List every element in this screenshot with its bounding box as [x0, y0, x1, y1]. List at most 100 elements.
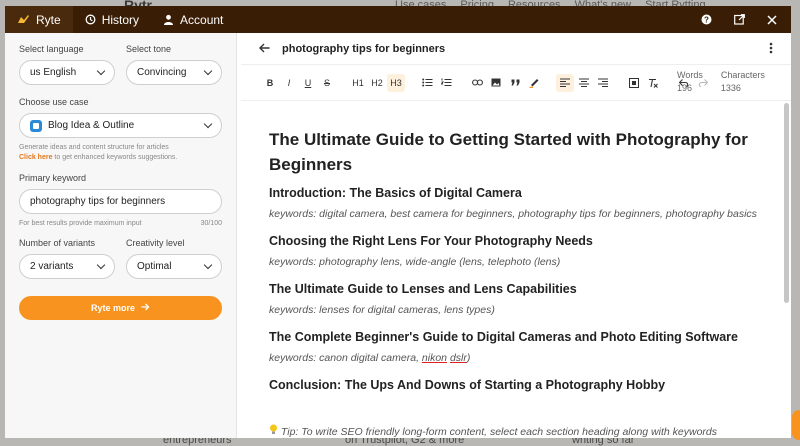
user-icon [163, 14, 174, 25]
chevron-down-icon [203, 66, 213, 76]
variants-select[interactable]: 2 variants [19, 254, 115, 279]
chat-bubble[interactable] [792, 410, 800, 440]
keyword-input[interactable]: photography tips for beginners [19, 189, 222, 214]
section-heading: Introduction: The Basics of Digital Came… [269, 186, 522, 200]
ryte-more-button[interactable]: Ryte more [19, 296, 222, 320]
variants-value: 2 variants [30, 261, 74, 272]
numbered-list-icon[interactable] [437, 74, 455, 92]
align-left-icon[interactable] [556, 73, 574, 92]
section-heading: Conclusion: The Ups And Downs of Startin… [269, 378, 666, 392]
click-here-rest: to get enhanced keywords suggestions. [52, 154, 178, 161]
keywords-text: ) [466, 352, 471, 364]
language-select[interactable]: us English [19, 60, 115, 85]
keyword-suggestion-hint: Click here to get enhanced keywords sugg… [19, 153, 222, 163]
close-icon[interactable] [767, 14, 777, 25]
top-bar: Ryte History Account ? [5, 6, 791, 33]
creativity-value: Optimal [137, 261, 172, 272]
section-heading: The Complete Beginner's Guide to Digital… [269, 330, 739, 344]
italic-button[interactable]: I [280, 74, 298, 92]
section-keywords: keywords: lenses for digital cameras, le… [269, 304, 495, 316]
keyword-hint: For best results provide maximum input [19, 220, 142, 227]
keyword-char-count: 30/100 [200, 220, 222, 227]
tab-account[interactable]: Account [151, 6, 235, 33]
creativity-select[interactable]: Optimal [126, 254, 222, 279]
char-count: Characters 1336 [721, 69, 765, 95]
char-count-value: 1336 [720, 83, 741, 93]
word-count: Words 196 [677, 69, 703, 95]
chevron-down-icon [203, 260, 213, 270]
code-block-icon[interactable] [625, 74, 643, 92]
document-heading: The Ultimate Guide to Getting Started wi… [269, 130, 748, 174]
pen-icon [17, 14, 30, 25]
scrollbar[interactable] [784, 103, 789, 303]
word-count-value: 196 [677, 83, 693, 93]
section-heading: Choosing the Right Lens For Your Photogr… [269, 234, 593, 248]
variants-label: Number of variants [19, 238, 96, 248]
section-keywords: keywords: canon digital camera, nikon ds… [269, 351, 759, 365]
usecase-label: Choose use case [19, 97, 89, 107]
chevron-down-icon [203, 119, 213, 129]
align-right-icon[interactable] [594, 74, 612, 92]
seo-tip-text: Tip: To write SEO friendly long-form con… [280, 426, 717, 438]
tab-label: Account [180, 12, 224, 27]
back-arrow-icon[interactable] [259, 41, 270, 56]
word-count-label: Words [677, 70, 703, 80]
ryte-more-label: Ryte more [90, 303, 135, 313]
image-icon[interactable] [487, 74, 505, 92]
tone-label: Select tone [126, 44, 172, 54]
language-value: us English [30, 67, 77, 78]
outline-icon [30, 119, 42, 132]
history-icon [85, 14, 96, 25]
language-label: Select language [19, 44, 84, 54]
creativity-label: Creativity level [126, 238, 185, 248]
link-icon[interactable] [468, 74, 486, 92]
rytr-extension-window: Ryte History Account ? Select language u… [5, 6, 791, 438]
misspelled-word: dslr [449, 352, 467, 364]
format-toolbar: B I U S H1 H2 H3 Words 196 Characters 13… [241, 65, 791, 101]
heading2-button[interactable]: H2 [368, 74, 386, 92]
keyword-value: photography tips for beginners [30, 196, 166, 207]
editor-title-bar: photography tips for beginners [241, 33, 791, 65]
document-title: photography tips for beginners [282, 42, 446, 55]
seo-tip: Tip: To write SEO friendly long-form con… [269, 424, 779, 438]
usecase-value: Blog Idea & Outline [48, 120, 135, 131]
section-heading: The Ultimate Guide to Lenses and Lens Ca… [269, 282, 577, 296]
strikethrough-button[interactable]: S [318, 74, 336, 92]
highlight-pen-icon[interactable] [525, 74, 543, 92]
tone-value: Convincing [137, 67, 187, 78]
tone-select[interactable]: Convincing [126, 60, 222, 85]
arrow-right-icon [141, 303, 150, 313]
section-keywords: keywords: digital camera, best camera fo… [269, 208, 757, 220]
click-here-link[interactable]: Click here [19, 154, 52, 161]
align-center-icon[interactable] [575, 74, 593, 92]
usecase-value-wrap: Blog Idea & Outline [30, 119, 135, 132]
quote-icon[interactable] [506, 74, 524, 92]
settings-panel: Select language us English Select tone C… [5, 33, 237, 438]
open-external-icon[interactable] [734, 14, 745, 25]
usecase-description: Generate ideas and content structure for… [19, 144, 169, 151]
keyword-hint-row: For best results provide maximum input 3… [19, 219, 222, 229]
usecase-hint: Generate ideas and content structure for… [19, 143, 222, 163]
usecase-select[interactable]: Blog Idea & Outline [19, 113, 222, 138]
svg-text:?: ? [704, 16, 709, 25]
document-body[interactable]: The Ultimate Guide to Getting Started wi… [241, 102, 779, 438]
clear-format-icon[interactable] [644, 74, 662, 92]
tab-label: Ryte [36, 12, 61, 27]
lightbulb-icon [269, 424, 281, 438]
window-controls: ? [701, 14, 791, 25]
tab-ryte[interactable]: Ryte [5, 6, 73, 33]
tab-history[interactable]: History [73, 6, 151, 33]
chevron-down-icon [96, 66, 106, 76]
section-keywords: keywords: photography lens, wide-angle (… [269, 256, 561, 268]
heading3-button[interactable]: H3 [387, 73, 405, 92]
bold-button[interactable]: B [261, 74, 279, 92]
bullet-list-icon[interactable] [418, 74, 436, 92]
document-stats: Words 196 Characters 1336 [677, 69, 765, 95]
underline-button[interactable]: U [299, 74, 317, 92]
chevron-down-icon [96, 260, 106, 270]
help-icon[interactable]: ? [701, 14, 712, 25]
keywords-text: keywords: canon digital camera, [269, 352, 422, 364]
char-count-label: Characters [720, 70, 765, 80]
heading1-button[interactable]: H1 [349, 74, 367, 92]
more-options-icon[interactable] [769, 41, 773, 57]
